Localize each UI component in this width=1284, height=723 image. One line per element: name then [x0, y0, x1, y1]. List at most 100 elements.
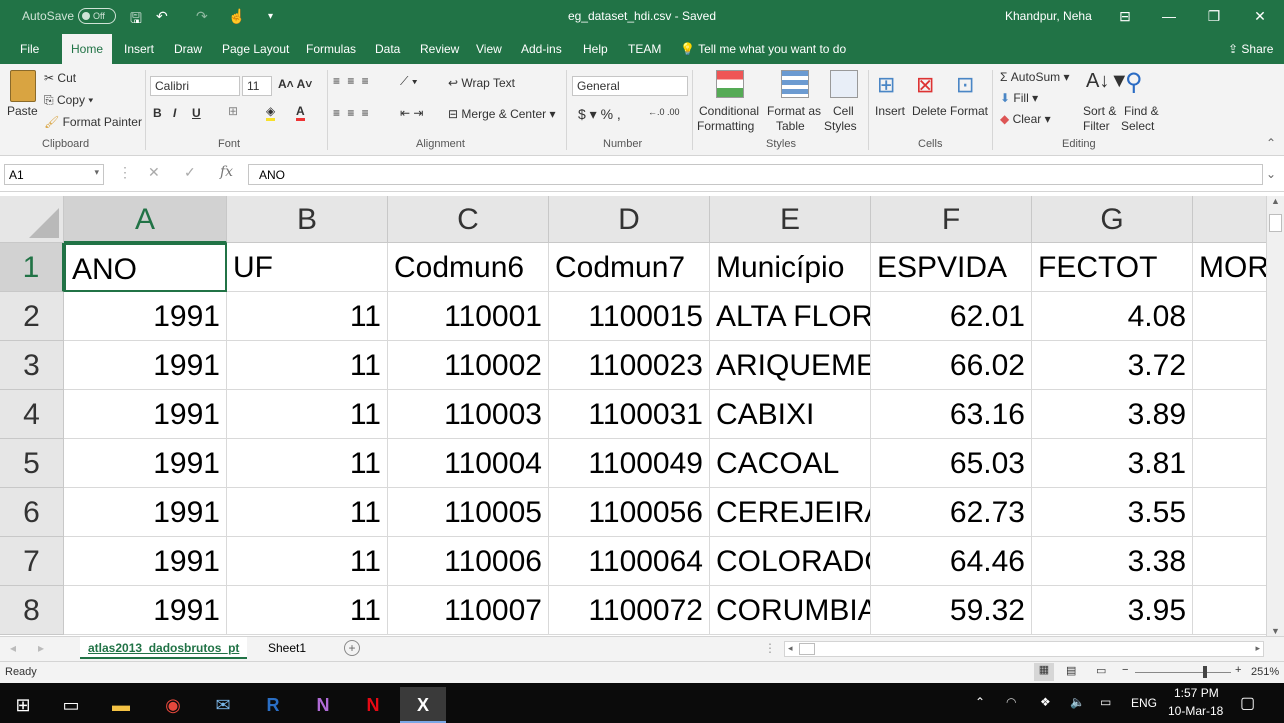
cell-h1[interactable]: MOR: [1193, 243, 1266, 292]
cell-g1[interactable]: FECTOT: [1032, 243, 1193, 292]
cell-f8[interactable]: 59.32: [871, 586, 1032, 635]
scroll-down-icon[interactable]: ▼: [1271, 626, 1280, 636]
tab-team[interactable]: TEAM: [628, 42, 661, 56]
cell-g5[interactable]: 3.81: [1032, 439, 1193, 488]
cell-a8[interactable]: 1991: [64, 586, 227, 635]
close-icon[interactable]: ✕: [1245, 4, 1275, 28]
chrome-icon[interactable]: ◉: [150, 687, 196, 723]
tab-add-ins[interactable]: Add-ins: [521, 42, 562, 56]
tab-file[interactable]: File: [20, 42, 39, 56]
cell-h7[interactable]: [1193, 537, 1266, 586]
task-view-icon[interactable]: ▭: [48, 687, 94, 723]
cell-styles-label-1[interactable]: Cell: [833, 104, 854, 118]
name-box-dropdown-icon[interactable]: ▾: [94, 167, 99, 178]
insert-function-icon[interactable]: fx: [220, 164, 233, 185]
cell-b5[interactable]: 11: [227, 439, 388, 488]
column-header-h[interactable]: [1193, 196, 1266, 243]
cell-a7[interactable]: 1991: [64, 537, 227, 586]
enter-icon[interactable]: ✓: [184, 164, 196, 185]
cell-f1[interactable]: ESPVIDA: [871, 243, 1032, 292]
cell-h6[interactable]: [1193, 488, 1266, 537]
font-color-icon[interactable]: A: [296, 104, 305, 121]
thunderbird-icon[interactable]: ✉: [200, 687, 246, 723]
collapse-ribbon-icon[interactable]: ⌃: [1266, 136, 1276, 150]
file-explorer-icon[interactable]: ▬: [98, 687, 144, 723]
cell-g2[interactable]: 4.08: [1032, 292, 1193, 341]
cell-b3[interactable]: 11: [227, 341, 388, 390]
restore-icon[interactable]: ❐: [1199, 4, 1229, 28]
cell-d4[interactable]: 1100031: [549, 390, 710, 439]
cell-c6[interactable]: 110005: [388, 488, 549, 537]
battery-icon[interactable]: ▭: [1100, 695, 1111, 709]
expand-formula-icon[interactable]: ⌄: [1266, 167, 1276, 181]
sort-filter-icon[interactable]: A↓▼: [1086, 70, 1129, 93]
delete-cells-button[interactable]: Delete: [912, 104, 947, 118]
zoom-slider-thumb[interactable]: [1203, 666, 1207, 678]
font-size-select[interactable]: 11: [242, 76, 272, 96]
formula-input[interactable]: ANO: [248, 164, 1263, 185]
cell-h5[interactable]: [1193, 439, 1266, 488]
cell-styles-icon[interactable]: [830, 70, 858, 98]
tab-home[interactable]: Home: [62, 34, 113, 64]
onenote-icon[interactable]: N: [300, 687, 346, 723]
cell-e1[interactable]: Município: [710, 243, 871, 292]
italic-icon[interactable]: I: [173, 106, 176, 120]
ribbon-display-icon[interactable]: ⊟: [1110, 4, 1140, 28]
tab-splitter-icon[interactable]: ⋮: [764, 641, 776, 655]
sheet-tab-atlas[interactable]: atlas2013_dadosbrutos_pt: [80, 637, 248, 659]
show-hidden-icons[interactable]: ⌃: [975, 695, 985, 709]
row-header-1[interactable]: 1: [0, 243, 64, 292]
cell-f5[interactable]: 65.03: [871, 439, 1032, 488]
cell-e8[interactable]: CORUMBIA: [710, 586, 871, 635]
cell-b1[interactable]: UF: [227, 243, 388, 292]
cell-b7[interactable]: 11: [227, 537, 388, 586]
column-header-b[interactable]: B: [227, 196, 388, 243]
cell-a5[interactable]: 1991: [64, 439, 227, 488]
cell-g3[interactable]: 3.72: [1032, 341, 1193, 390]
cell-e4[interactable]: CABIXI: [710, 390, 871, 439]
cell-d1[interactable]: Codmun7: [549, 243, 710, 292]
next-sheet-icon[interactable]: ▸: [38, 641, 44, 655]
cell-f4[interactable]: 63.16: [871, 390, 1032, 439]
paste-icon[interactable]: [10, 70, 36, 102]
insert-cells-icon[interactable]: ⊞: [877, 72, 895, 98]
cell-a1[interactable]: ANO: [64, 243, 227, 292]
format-as-table-label-1[interactable]: Format as: [767, 104, 821, 118]
sort-filter-label-2[interactable]: Filter: [1083, 119, 1110, 133]
zoom-in-icon[interactable]: +: [1235, 664, 1241, 676]
cell-h8[interactable]: [1193, 586, 1266, 635]
cell-d3[interactable]: 1100023: [549, 341, 710, 390]
name-box[interactable]: A1 ▾: [4, 164, 104, 185]
page-layout-view-icon[interactable]: ▤: [1066, 664, 1076, 677]
cell-g8[interactable]: 3.95: [1032, 586, 1193, 635]
dropbox-icon[interactable]: ❖: [1040, 695, 1051, 709]
vertical-scroll-thumb[interactable]: [1269, 214, 1282, 232]
cell-b6[interactable]: 11: [227, 488, 388, 537]
tab-review[interactable]: Review: [420, 42, 459, 56]
conditional-formatting-label-2[interactable]: Formatting: [697, 119, 754, 133]
horizontal-scrollbar[interactable]: ◂ ▸: [784, 641, 1264, 657]
cell-d8[interactable]: 1100072: [549, 586, 710, 635]
font-name-select[interactable]: Calibri: [150, 76, 240, 96]
column-header-f[interactable]: F: [871, 196, 1032, 243]
zoom-slider[interactable]: [1135, 672, 1231, 673]
row-header-2[interactable]: 2: [0, 292, 64, 341]
netflix-icon[interactable]: N: [350, 687, 396, 723]
row-header-8[interactable]: 8: [0, 586, 64, 635]
cell-d7[interactable]: 1100064: [549, 537, 710, 586]
paste-button[interactable]: Paste: [7, 104, 38, 118]
format-cells-button[interactable]: Format: [950, 104, 988, 118]
vertical-align-icons[interactable]: ≡ ≡ ≡: [333, 74, 371, 88]
find-select-label-2[interactable]: Select: [1121, 119, 1154, 133]
copy-button[interactable]: ⎘ Copy ▾: [44, 93, 93, 108]
tab-view[interactable]: View: [476, 42, 502, 56]
cell-c8[interactable]: 110007: [388, 586, 549, 635]
format-painter-button[interactable]: 🖌 Format Painter: [44, 115, 142, 129]
orientation-icon[interactable]: ⟋ ▾: [400, 74, 418, 89]
cancel-icon[interactable]: ✕: [148, 164, 160, 185]
cell-h3[interactable]: [1193, 341, 1266, 390]
row-header-6[interactable]: 6: [0, 488, 64, 537]
cell-b4[interactable]: 11: [227, 390, 388, 439]
cut-button[interactable]: ✂ Cut: [44, 71, 76, 85]
select-all-button[interactable]: [0, 196, 64, 243]
